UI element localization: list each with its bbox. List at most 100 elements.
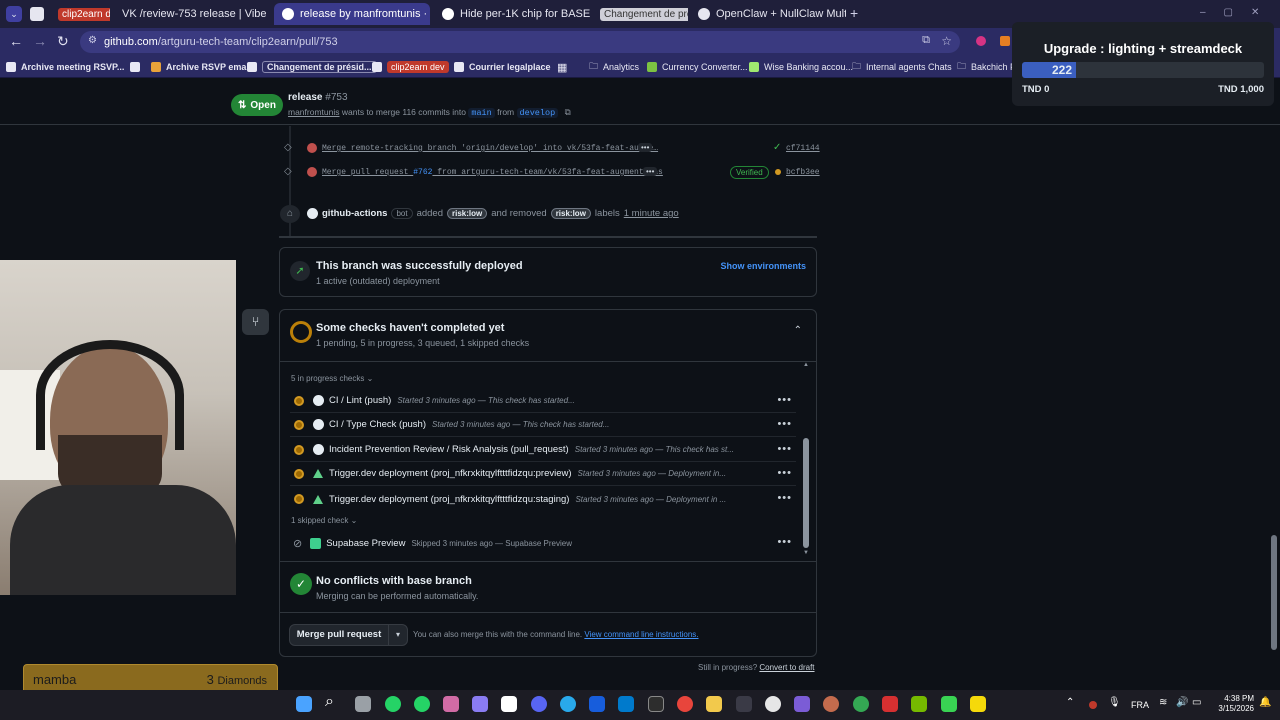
label-chip[interactable]: risk:low [550, 208, 591, 219]
tab-openclaw[interactable]: OpenClaw + NullClaw Multi-Ag ✕ [690, 3, 846, 25]
notion-icon[interactable] [501, 696, 517, 712]
kebab-menu-icon[interactable]: ••• [777, 492, 792, 504]
check-row[interactable]: CI / Lint (push) Started 3 minutes ago —… [290, 389, 796, 413]
bookmark-item[interactable]: Archive meeting RSVP... [6, 59, 124, 75]
bookmark-item[interactable]: Changement de présid... [247, 59, 377, 75]
app-icon[interactable] [941, 696, 957, 712]
discord-icon[interactable] [531, 696, 547, 712]
whatsapp-icon[interactable] [385, 696, 401, 712]
merge-options-dropdown[interactable]: ▾ [388, 624, 408, 646]
commit-sha-link[interactable]: cf71144 [786, 144, 820, 153]
check-row[interactable]: Incident Prevention Review / Risk Analys… [290, 438, 796, 462]
new-tab-button[interactable]: + [850, 5, 858, 21]
page-scrollbar-thumb[interactable] [1271, 535, 1277, 650]
copilot-icon[interactable] [443, 696, 459, 712]
profile-icon[interactable] [30, 7, 44, 21]
site-info-icon[interactable]: ⚙ [88, 35, 97, 46]
chevron-up-icon[interactable]: ⌃ [794, 325, 802, 336]
convert-to-draft-link[interactable]: Convert to draft [759, 663, 814, 672]
check-row[interactable]: CI / Type Check (push) Started 3 minutes… [290, 413, 796, 437]
verified-badge[interactable]: Verified [730, 166, 769, 179]
skipped-header[interactable]: 1 skipped check ⌄ [291, 516, 357, 525]
commit-pr-link[interactable]: #762 [413, 168, 432, 177]
microphone-icon[interactable]: 🎙 [1108, 697, 1121, 708]
bookmark-item[interactable]: Courrier legalplace [454, 59, 551, 75]
scrollbar-thumb[interactable] [803, 438, 809, 548]
bookmark-item[interactable]: Archive RSVP emails [151, 59, 256, 75]
language-indicator[interactable]: FRA [1131, 700, 1149, 710]
install-icon[interactable]: ⧉ [922, 34, 930, 47]
app-icon[interactable] [736, 696, 752, 712]
bookmark-folder[interactable]: 🗀 Bakchich Fl [957, 59, 1018, 75]
bookmark-item[interactable]: Wise Banking accou... [749, 59, 853, 75]
bookmark-star-icon[interactable]: ☆ [941, 34, 952, 48]
tab-search-button[interactable]: ⌄ [6, 6, 22, 22]
app-icon[interactable] [472, 696, 488, 712]
pr-author-link[interactable]: manfromtunis [288, 107, 340, 117]
apps-grid-button[interactable]: ▦ [557, 59, 567, 75]
tab-changement[interactable]: Changement de prési ✕ [592, 3, 688, 25]
nvidia-icon[interactable] [911, 696, 927, 712]
event-actor-link[interactable]: github-actions [322, 208, 387, 219]
bookmark-item[interactable]: Currency Converter... [647, 59, 748, 75]
wifi-icon[interactable]: ≋ [1159, 697, 1167, 708]
checks-header[interactable]: Some checks haven't completed yet 1 pend… [280, 310, 816, 362]
kebab-menu-icon[interactable]: ••• [777, 467, 792, 479]
in-progress-header[interactable]: 5 in progress checks ⌄ [291, 374, 373, 383]
window-controls[interactable]: –▢✕ [1200, 7, 1277, 18]
clock[interactable]: 4:38 PM 3/15/2026 [1214, 694, 1254, 714]
commit-message-link[interactable]: Merge pull request #762 from artguru-tec… [322, 168, 663, 177]
commit-expand-button[interactable]: ••• [638, 143, 653, 152]
bookmark-item[interactable]: clip2earn dev [372, 59, 449, 75]
telegram-icon[interactable] [560, 696, 576, 712]
notifications-icon[interactable]: 🔔 [1259, 697, 1271, 708]
tab-vibe-kanban[interactable]: VK /review-753 release | Vibe Kanb ✕ [114, 3, 270, 25]
file-explorer-icon[interactable] [706, 696, 722, 712]
obs-icon[interactable] [765, 696, 781, 712]
pending-status-dot[interactable] [775, 169, 781, 175]
commit-expand-button[interactable]: ••• [643, 167, 658, 176]
tab-clip2earn[interactable]: clip2earn dev [50, 3, 110, 25]
chrome-icon[interactable] [677, 696, 693, 712]
forward-icon[interactable]: → [33, 33, 47, 49]
head-branch[interactable]: develop [516, 108, 559, 118]
whatsapp-icon[interactable] [414, 696, 430, 712]
kebab-menu-icon[interactable]: ••• [777, 536, 792, 548]
merge-button[interactable]: Merge pull request [289, 624, 389, 646]
windows-start-icon[interactable] [296, 696, 312, 712]
extension-icon[interactable] [1000, 36, 1010, 46]
tab-github-pr[interactable]: release by manfromtunis · Pull R ✕ [274, 3, 430, 25]
battery-icon[interactable]: ▭ [1192, 697, 1201, 708]
terminal-icon[interactable] [648, 696, 664, 712]
event-time-link[interactable]: 1 minute ago [624, 208, 679, 219]
scroll-up-arrow[interactable]: ▲ [803, 362, 809, 368]
bitwarden-icon[interactable] [589, 696, 605, 712]
tab-hide-chip[interactable]: Hide per-1K chip for BASE_ONL ✕ [434, 3, 590, 25]
tray-overflow-icon[interactable]: ⌃ [1066, 697, 1074, 708]
search-icon[interactable]: ⌕ [325, 693, 334, 711]
extension-icon[interactable] [976, 36, 986, 46]
commit-message-link[interactable]: Merge remote-tracking branch 'origin/dev… [322, 144, 658, 153]
task-view-icon[interactable] [355, 696, 371, 712]
check-row[interactable]: Trigger.dev deployment (proj_nfkrxkitqyl… [290, 462, 796, 486]
kebab-menu-icon[interactable]: ••• [777, 418, 792, 430]
tray-app-icon[interactable] [1089, 701, 1097, 709]
command-line-instructions-link[interactable]: View command line instructions. [584, 630, 698, 639]
kebab-menu-icon[interactable]: ••• [777, 394, 792, 406]
volume-icon[interactable]: 🔊 [1176, 697, 1188, 708]
reload-icon[interactable]: ↻ [57, 33, 69, 50]
label-chip[interactable]: risk:low [447, 208, 488, 219]
address-bar[interactable]: ⚙ github.com/artguru-tech-team/clip2earn… [80, 31, 960, 53]
check-row[interactable]: ⊘ Supabase Preview Skipped 3 minutes ago… [290, 531, 796, 555]
kebab-menu-icon[interactable]: ••• [777, 443, 792, 455]
bookmark-folder[interactable]: 🗀 Internal agents Chats [852, 59, 952, 75]
app-icon[interactable] [882, 696, 898, 712]
copy-icon[interactable]: ⧉ [565, 107, 571, 117]
back-icon[interactable]: ← [9, 33, 23, 49]
app-icon[interactable] [794, 696, 810, 712]
commit-sha-link[interactable]: bcfb3ee [786, 168, 820, 177]
chrome-icon[interactable] [853, 696, 869, 712]
bookmark-item[interactable] [130, 59, 145, 75]
app-icon[interactable] [970, 696, 986, 712]
check-row[interactable]: Trigger.dev deployment (proj_nfkrxkitqyl… [290, 487, 796, 511]
